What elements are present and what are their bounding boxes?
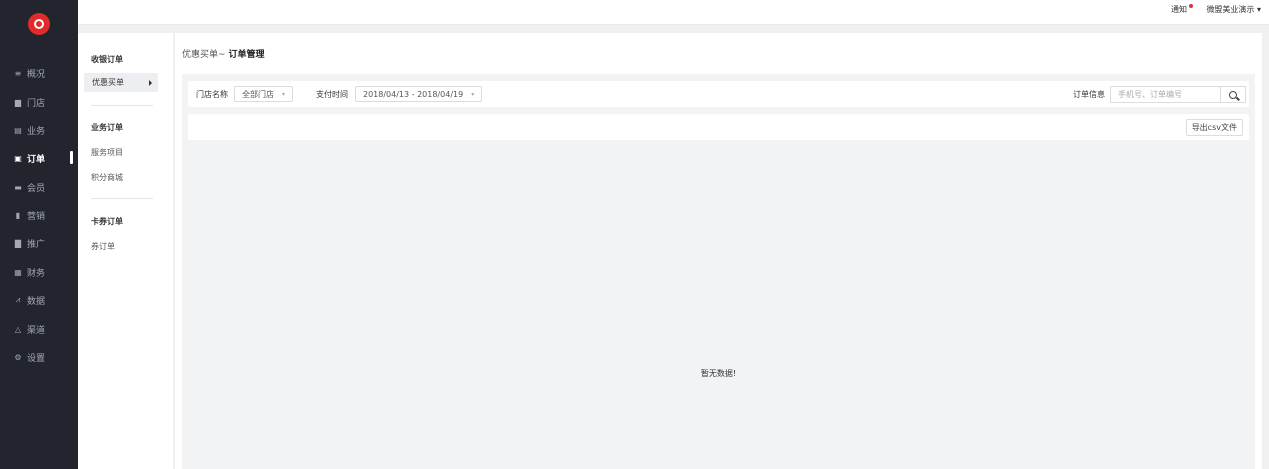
user-name: 微盟美业演示	[1206, 5, 1255, 14]
pay-time-range-picker[interactable]: 2018/04/13 - 2018/04/19 ▾	[355, 86, 483, 102]
notice-label: 通知	[1171, 5, 1187, 14]
chevron-down-icon: ▾	[1256, 5, 1261, 14]
sub-sidebar: 收银订单 优惠买单 业务订单 服务项目 积分商城 卡券订单 券订单	[78, 33, 173, 469]
subnav-item-coupon-orders[interactable]: 券订单	[91, 241, 115, 252]
line-chart-icon: ⩘	[15, 295, 21, 304]
search-button[interactable]	[1220, 86, 1246, 103]
notice-link[interactable]: 通知	[1171, 4, 1193, 15]
store-select[interactable]: 全部门店 ▾	[234, 86, 294, 102]
subnav-item-label: 优惠买单	[92, 78, 124, 87]
empty-state: 暂无数据!	[700, 369, 737, 378]
nav-item-label: 订单	[27, 154, 46, 165]
order-icon: ▣	[14, 153, 22, 163]
store-select-value: 全部门店	[242, 89, 274, 99]
page-title: 订单管理	[228, 50, 265, 60]
notice-dot	[1189, 4, 1193, 8]
nav-item-overview[interactable]: ≡ 概况	[0, 63, 78, 83]
divider	[91, 105, 153, 106]
export-csv-button[interactable]: 导出csv文件	[1185, 119, 1243, 136]
calculator-icon: ▦	[14, 267, 22, 277]
brand-logo[interactable]	[28, 13, 50, 35]
top-bar: 通知 微盟美业演示 ▾	[78, 0, 1269, 25]
nav-item-settings[interactable]: ⚙ 设置	[0, 347, 78, 367]
actions-bar: 导出csv文件	[188, 114, 1249, 140]
main-sidebar: ≡ 概况 ▆ 门店 ▤ 业务 ▣ 订单 ▬ 会员 ▮ 营销 ▇ 推广 ▦ 财务 …	[0, 0, 78, 469]
nav-item-label: 会员	[27, 183, 46, 194]
nav-item-channels[interactable]: △ 渠道	[0, 319, 78, 339]
active-indicator	[70, 151, 73, 164]
store-label: 门店名称	[196, 90, 228, 99]
nav-item-members[interactable]: ▬ 会员	[0, 177, 78, 197]
nav-item-label: 门店	[27, 98, 46, 109]
filter-bar: 门店名称 全部门店 ▾ 支付时间 2018/04/13 - 2018/04/19…	[188, 81, 1249, 107]
nav-item-promotion[interactable]: ▇ 推广	[0, 233, 78, 253]
pay-time-value: 2018/04/13 - 2018/04/19	[363, 89, 464, 99]
caret-right-icon	[149, 80, 152, 86]
nav-item-data[interactable]: ⩘ 数据	[0, 290, 78, 310]
order-info-label: 订单信息	[1073, 90, 1105, 99]
chevron-down-icon: ▾	[471, 90, 475, 98]
divider	[91, 198, 153, 199]
subnav-item-service-items[interactable]: 服务项目	[91, 147, 123, 158]
main-content: 优惠买单~ 订单管理 门店名称 全部门店 ▾ 支付时间 2018/04/13 -…	[175, 33, 1262, 469]
subnav-item-discount-pay[interactable]: 优惠买单	[84, 73, 158, 92]
order-search-input[interactable]: 手机号、订单编号	[1110, 86, 1221, 103]
nav-item-label: 数据	[27, 296, 46, 307]
user-menu[interactable]: 微盟美业演示 ▾	[1206, 4, 1261, 15]
breadcrumb-parent[interactable]: 优惠买单	[182, 50, 218, 60]
breadcrumb: 优惠买单~ 订单管理	[182, 47, 264, 60]
subnav-group-cashier: 收银订单	[91, 55, 123, 64]
briefcase-icon: ▤	[14, 125, 22, 135]
pay-time-label: 支付时间	[316, 90, 348, 99]
chat-icon: ▇	[14, 238, 22, 248]
nav-item-label: 财务	[27, 268, 46, 279]
bar-chart-icon: ▮	[15, 210, 21, 220]
nav-item-label: 概况	[27, 69, 46, 80]
nav-item-finance[interactable]: ▦ 财务	[0, 262, 78, 282]
subnav-group-business: 业务订单	[91, 123, 123, 132]
nav-item-label: 推广	[27, 239, 46, 250]
nav-item-label: 业务	[27, 126, 46, 137]
breadcrumb-separator: ~	[218, 50, 226, 60]
nav-item-stores[interactable]: ▆ 门店	[0, 92, 78, 112]
nav-item-label: 渠道	[27, 325, 46, 336]
order-search-placeholder: 手机号、订单编号	[1118, 90, 1182, 99]
nav-item-business[interactable]: ▤ 业务	[0, 120, 78, 140]
nav-item-label: 营销	[27, 211, 46, 222]
nav-item-orders[interactable]: ▣ 订单	[0, 148, 78, 168]
triangle-icon: △	[14, 324, 22, 334]
gear-icon: ⚙	[14, 352, 22, 362]
nav-item-marketing[interactable]: ▮ 营销	[0, 205, 78, 225]
store-icon: ▆	[14, 97, 22, 107]
chevron-down-icon: ▾	[282, 90, 286, 98]
card-icon: ▬	[14, 182, 22, 192]
content-panel: 门店名称 全部门店 ▾ 支付时间 2018/04/13 - 2018/04/19…	[182, 74, 1255, 469]
list-icon: ≡	[14, 68, 22, 78]
subnav-item-points-mall[interactable]: 积分商城	[91, 172, 123, 183]
nav-item-label: 设置	[27, 353, 46, 364]
search-icon	[1228, 90, 1237, 99]
subnav-group-coupons: 卡券订单	[91, 217, 123, 226]
